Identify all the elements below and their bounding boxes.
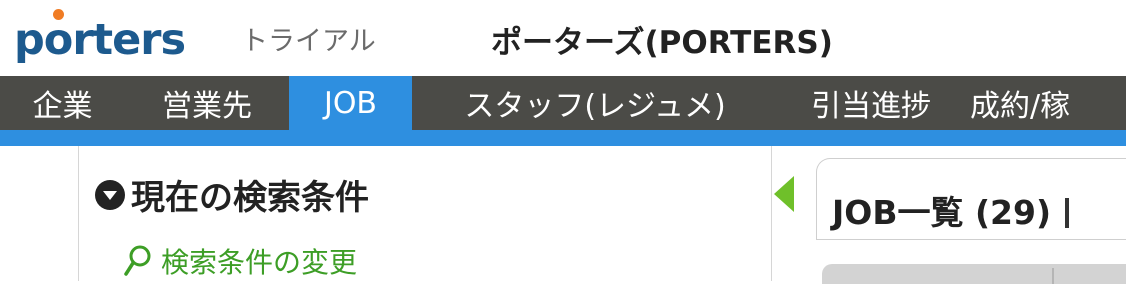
circle-triangle-down-icon <box>95 179 125 210</box>
tab-contract[interactable]: 成約/稼 <box>964 76 1126 130</box>
search-conditions-toggle[interactable]: 現在の検索条件 <box>95 170 369 219</box>
title-separator <box>1065 198 1070 228</box>
tab-job[interactable]: JOB <box>289 76 412 130</box>
magnifier-icon <box>124 245 151 276</box>
search-conditions-panel: 現在の検索条件 検索条件の変更 <box>78 146 773 281</box>
change-link-label: 検索条件の変更 <box>161 246 358 279</box>
logo-dot <box>53 9 65 20</box>
triangle-left-icon[interactable] <box>774 176 794 212</box>
tab-assignment-progress[interactable]: 引当進捗 <box>778 76 964 130</box>
change-search-conditions-link[interactable]: 検索条件の変更 <box>123 241 357 281</box>
porters-logo[interactable]: p o rters <box>14 9 186 68</box>
plan-label: トライアル <box>241 26 376 57</box>
list-toolbar <box>822 264 1126 284</box>
toolbar-divider <box>1052 268 1054 284</box>
tab-staff-resume[interactable]: スタッフ(レジュメ) <box>412 76 778 130</box>
tab-sales-prospect[interactable]: 営業先 <box>125 76 289 130</box>
main-nav: 企業 営業先 JOB スタッフ(レジュメ) 引当進捗 成約/稼 <box>0 76 1126 130</box>
search-conditions-title: 現在の検索条件 <box>131 178 369 218</box>
job-list-title: JOB一覧 (29) <box>832 186 1070 234</box>
app-header: p o rters トライアル ポーターズ(PORTERS) <box>0 0 1126 76</box>
job-list-panel: JOB一覧 (29) <box>772 146 1126 284</box>
company-name: ポーターズ(PORTERS) <box>491 25 833 61</box>
tab-company[interactable]: 企業 <box>0 76 125 130</box>
nav-accent-bar <box>0 130 1126 146</box>
